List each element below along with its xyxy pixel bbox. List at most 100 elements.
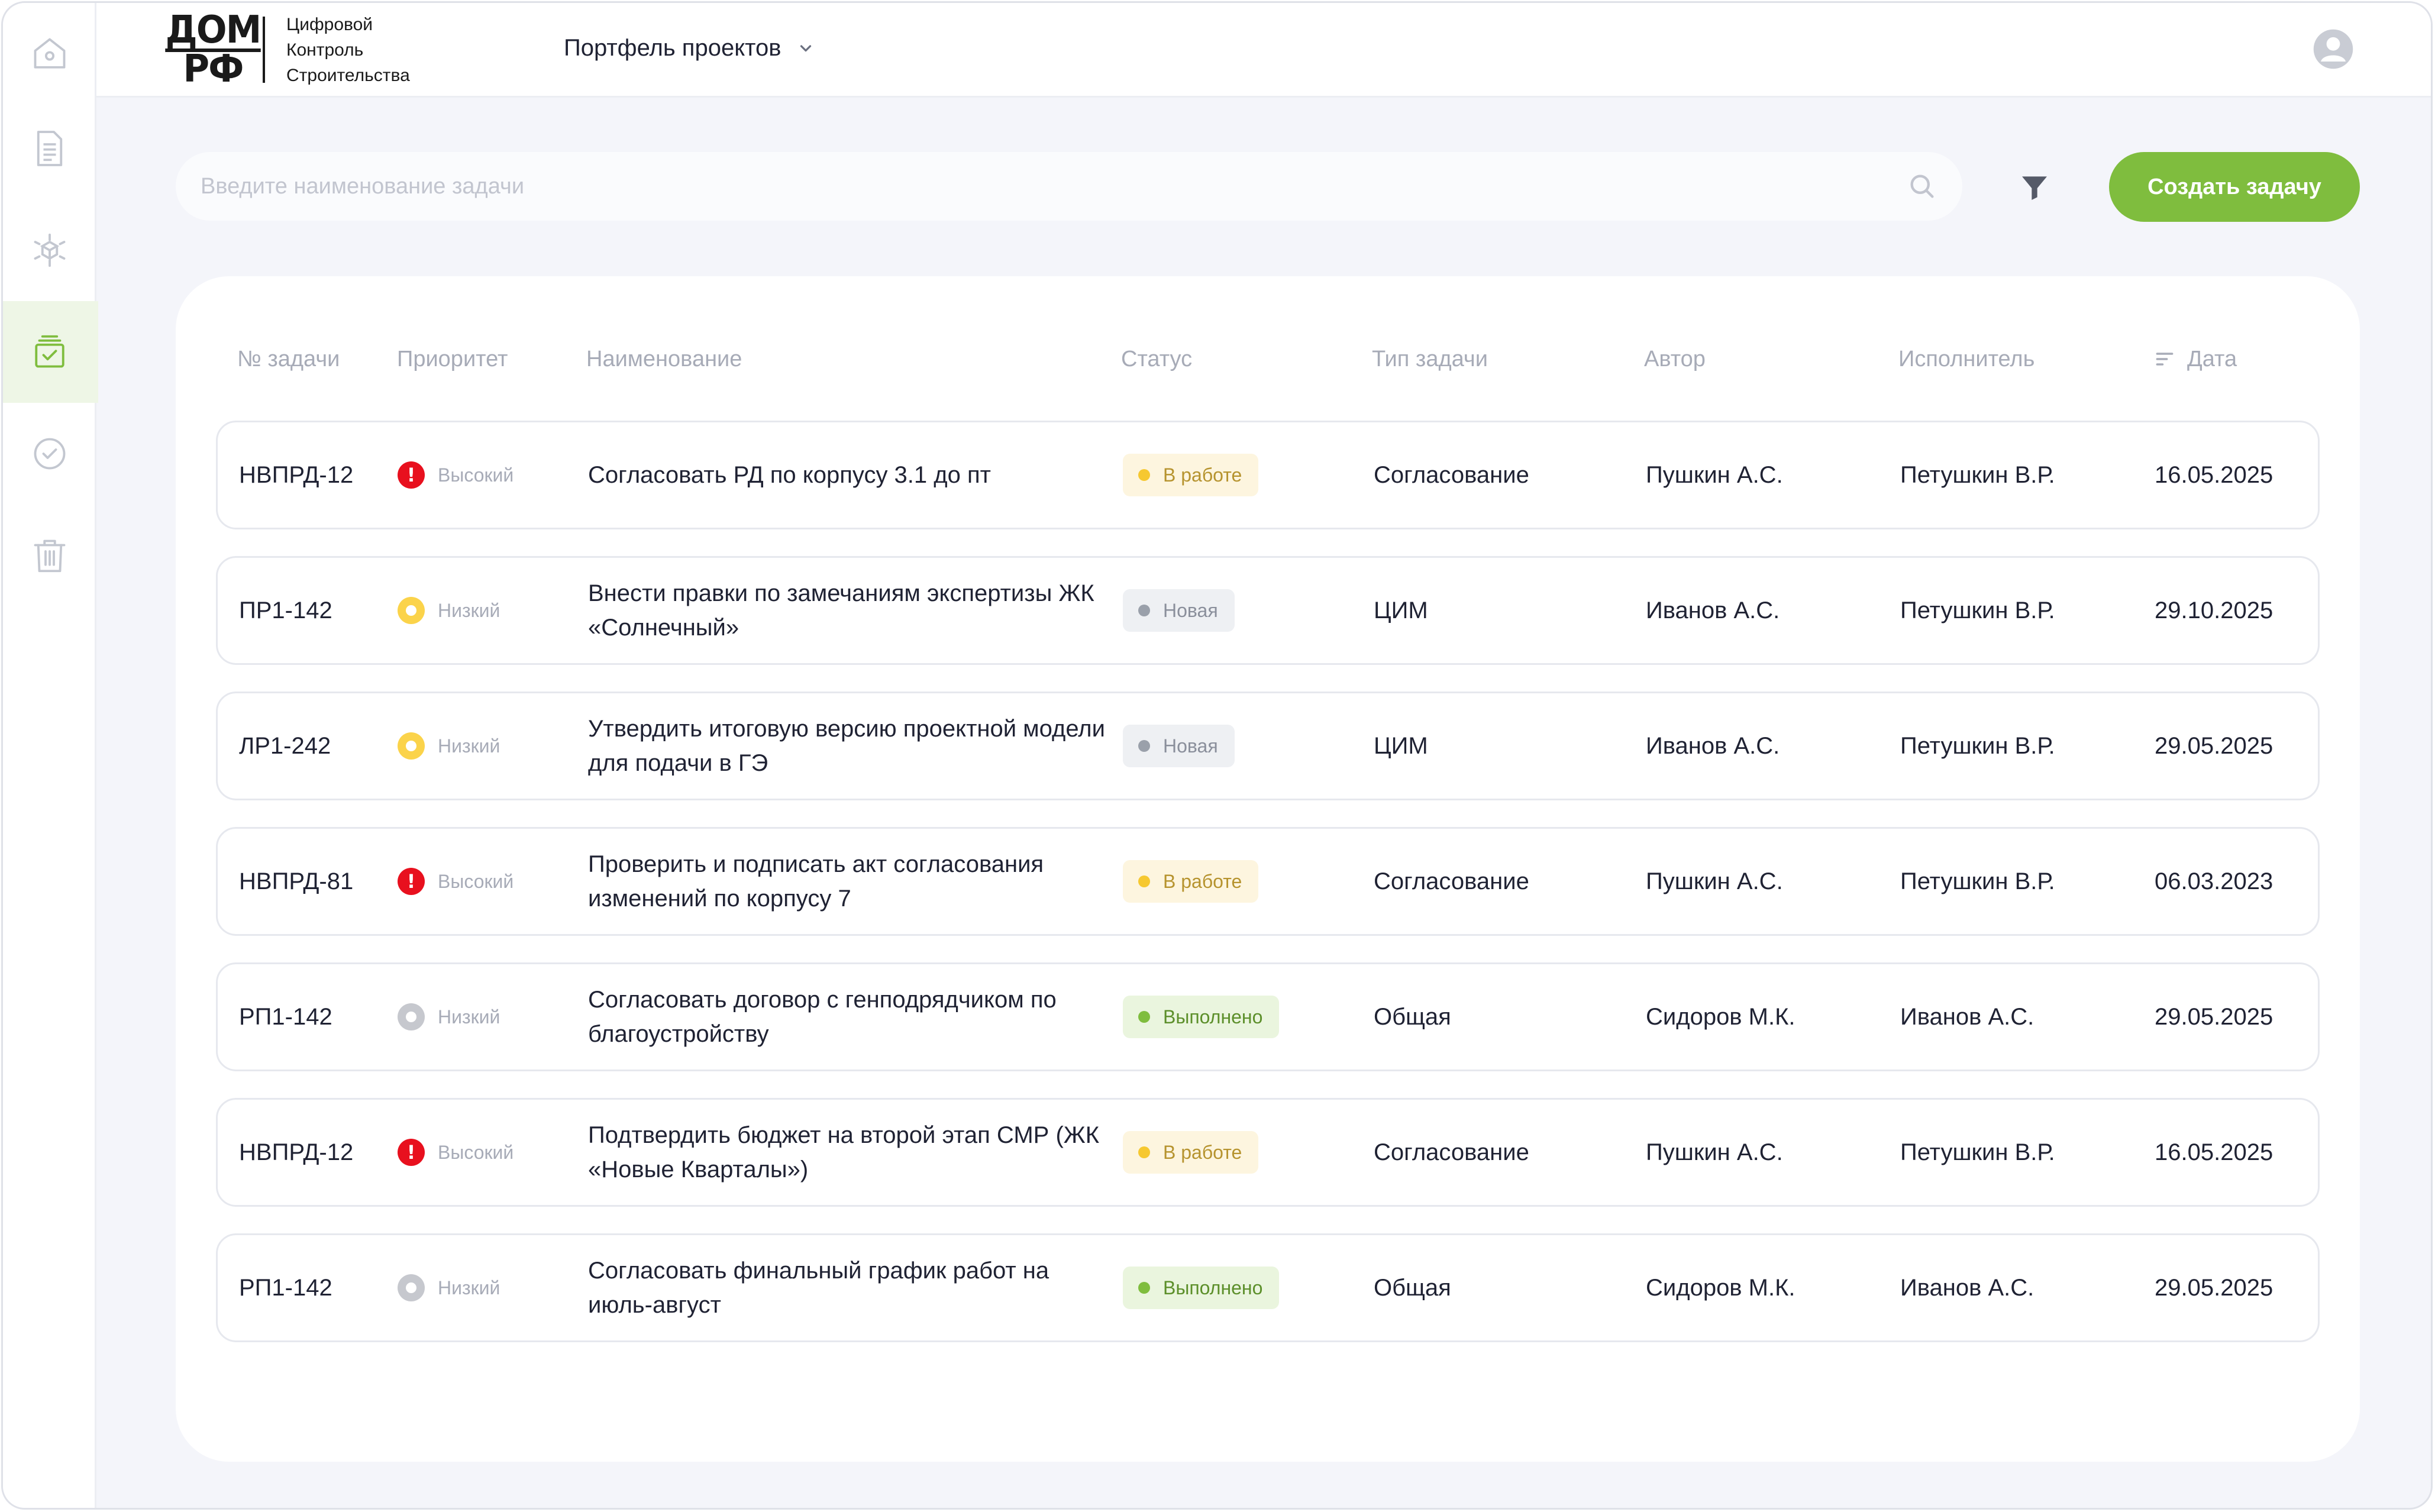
task-date: 29.05.2025: [2155, 1003, 2273, 1030]
column-header-type[interactable]: Тип задачи: [1372, 335, 1488, 383]
tasks-icon: [35, 335, 64, 368]
search-bar: [176, 152, 1962, 221]
trash-icon: [34, 539, 66, 573]
status-label: Выполнено: [1163, 1277, 1263, 1298]
table-row[interactable]: РП1-142 Низкий Согласовать финальный графи…: [216, 1233, 2320, 1342]
priority-low-icon: [398, 1003, 425, 1030]
table-row[interactable]: ЛР1-242 Низкий Утвердить итоговую версию п…: [216, 692, 2320, 800]
task-assignee: Петушкин В.Р.: [1900, 461, 2055, 488]
model-3d-icon: [34, 233, 66, 267]
task-name: Утвердить итоговую версию проектной моде…: [588, 716, 1105, 776]
table-row[interactable]: ПР1-142 Низкий Внести правки по замечаниям…: [216, 556, 2320, 665]
status-label: Новая: [1163, 735, 1218, 757]
table-row[interactable]: НВПРД-81! Высокий Проверить и подписать ак…: [216, 827, 2320, 936]
status-label: В работе: [1163, 870, 1242, 892]
task-author: Пушкин А.С.: [1646, 1139, 1783, 1165]
sidebar-item-trash[interactable]: [3, 505, 96, 606]
task-name: Согласовать РД по корпусу 3.1 до пт: [588, 462, 991, 488]
sort-icon: [2156, 353, 2174, 366]
task-id: НВПРД-81: [239, 868, 354, 894]
priority-label: Высокий: [438, 1141, 514, 1163]
sidebar-item-tasks[interactable]: [3, 301, 98, 403]
task-author: Сидоров М.К.: [1646, 1003, 1795, 1030]
task-author: Иванов А.С.: [1646, 597, 1780, 623]
task-assignee: Иванов А.С.: [1900, 1274, 2034, 1301]
task-status: В работе: [1123, 829, 1259, 934]
user-avatar-icon[interactable]: [2313, 28, 2354, 70]
search-input[interactable]: [201, 173, 1907, 199]
task-id: ПР1-142: [239, 597, 332, 623]
task-id: ЛР1-242: [239, 732, 331, 759]
task-date: 16.05.2025: [2155, 461, 2273, 488]
task-name: Согласовать финальный график работ на ию…: [588, 1258, 1049, 1318]
column-header-author[interactable]: Автор: [1644, 335, 1706, 383]
status-badge: В работе: [1123, 860, 1259, 903]
table-header: № задачи Приоритет Наименование Статус Т…: [176, 335, 2360, 383]
task-name: Внести правки по замечаниям экспертизы Ж…: [588, 580, 1094, 641]
status-badge: Новая: [1123, 589, 1235, 632]
task-status: В работе: [1123, 1100, 1259, 1205]
sidebar-item-model[interactable]: [3, 199, 96, 301]
sidebar-item-home[interactable]: [3, 3, 96, 105]
column-header-name[interactable]: Наименование: [586, 335, 742, 383]
task-status: Выполнено: [1123, 964, 1280, 1070]
logo-mark-top: ДОМ: [165, 8, 261, 52]
task-type: Согласование: [1374, 868, 1529, 894]
chevron-down-icon: [800, 45, 811, 52]
sidebar-item-completed[interactable]: [3, 403, 96, 505]
priority-high-icon: !: [398, 1139, 425, 1166]
column-header-priority[interactable]: Приоритет: [397, 335, 508, 383]
task-date: 29.05.2025: [2155, 1274, 2273, 1301]
task-date: 06.03.2023: [2155, 868, 2273, 894]
column-header-date[interactable]: Дата: [2154, 335, 2237, 383]
task-status: В работе: [1123, 422, 1259, 528]
status-dot-icon: [1138, 1282, 1150, 1294]
status-badge: В работе: [1123, 454, 1259, 496]
create-task-button[interactable]: Создать задачу: [2109, 152, 2360, 222]
task-assignee: Иванов А.С.: [1900, 1003, 2034, 1030]
filter-button[interactable]: [2017, 170, 2052, 205]
task-priority: Низкий: [398, 558, 500, 663]
logo[interactable]: ДОМ РФ Цифровой Контроль Строительства: [165, 11, 410, 88]
task-id: РП1-142: [239, 1274, 332, 1301]
status-badge: В работе: [1123, 1131, 1259, 1174]
task-assignee: Петушкин В.Р.: [1900, 1139, 2055, 1165]
task-status: Новая: [1123, 693, 1235, 799]
table-row[interactable]: НВПРД-12! Высокий Согласовать РД по корпус…: [216, 421, 2320, 529]
task-date: 29.10.2025: [2155, 597, 2273, 623]
task-priority: Низкий: [398, 1235, 500, 1340]
table-row[interactable]: НВПРД-12! Высокий Подтвердить бюджет на вт…: [216, 1098, 2320, 1207]
status-label: Новая: [1163, 599, 1218, 621]
task-type: Согласование: [1374, 461, 1529, 488]
priority-high-icon: !: [398, 868, 425, 895]
status-label: Выполнено: [1163, 1006, 1263, 1028]
task-id: НВПРД-12: [239, 461, 354, 488]
column-header-assignee[interactable]: Исполнитель: [1898, 335, 2034, 383]
table-row[interactable]: РП1-142 Низкий Согласовать договор с генпо…: [216, 962, 2320, 1071]
portfolio-dropdown[interactable]: Портфель проектов: [564, 31, 815, 64]
search-icon[interactable]: [1907, 171, 1937, 202]
logo-divider: [263, 17, 265, 83]
priority-high-icon: !: [398, 461, 425, 489]
column-header-status[interactable]: Статус: [1121, 335, 1192, 383]
logo-line-2: Контроль: [286, 40, 364, 60]
priority-label: Низкий: [438, 1277, 500, 1298]
task-assignee: Петушкин В.Р.: [1900, 597, 2055, 623]
sidebar-item-documents[interactable]: [3, 98, 96, 199]
task-author: Сидоров М.К.: [1646, 1274, 1795, 1301]
filter-icon: [2022, 176, 2047, 200]
app-window: ДОМ РФ Цифровой Контроль Строительства П…: [1, 1, 2433, 1510]
task-type: Общая: [1374, 1274, 1451, 1301]
task-priority: Низкий: [398, 693, 500, 799]
task-assignee: Петушкин В.Р.: [1900, 732, 2055, 759]
priority-low-icon: [398, 732, 425, 760]
task-date: 16.05.2025: [2155, 1139, 2273, 1165]
logo-line-3: Строительства: [286, 65, 410, 85]
logo-mark: ДОМ РФ: [165, 11, 261, 88]
task-type: ЦИМ: [1374, 597, 1428, 623]
check-circle-icon: [34, 438, 66, 470]
column-header-id[interactable]: № задачи: [237, 335, 340, 383]
priority-label: Низкий: [438, 599, 500, 621]
task-status: Выполнено: [1123, 1235, 1280, 1340]
priority-label: Высокий: [438, 870, 514, 892]
